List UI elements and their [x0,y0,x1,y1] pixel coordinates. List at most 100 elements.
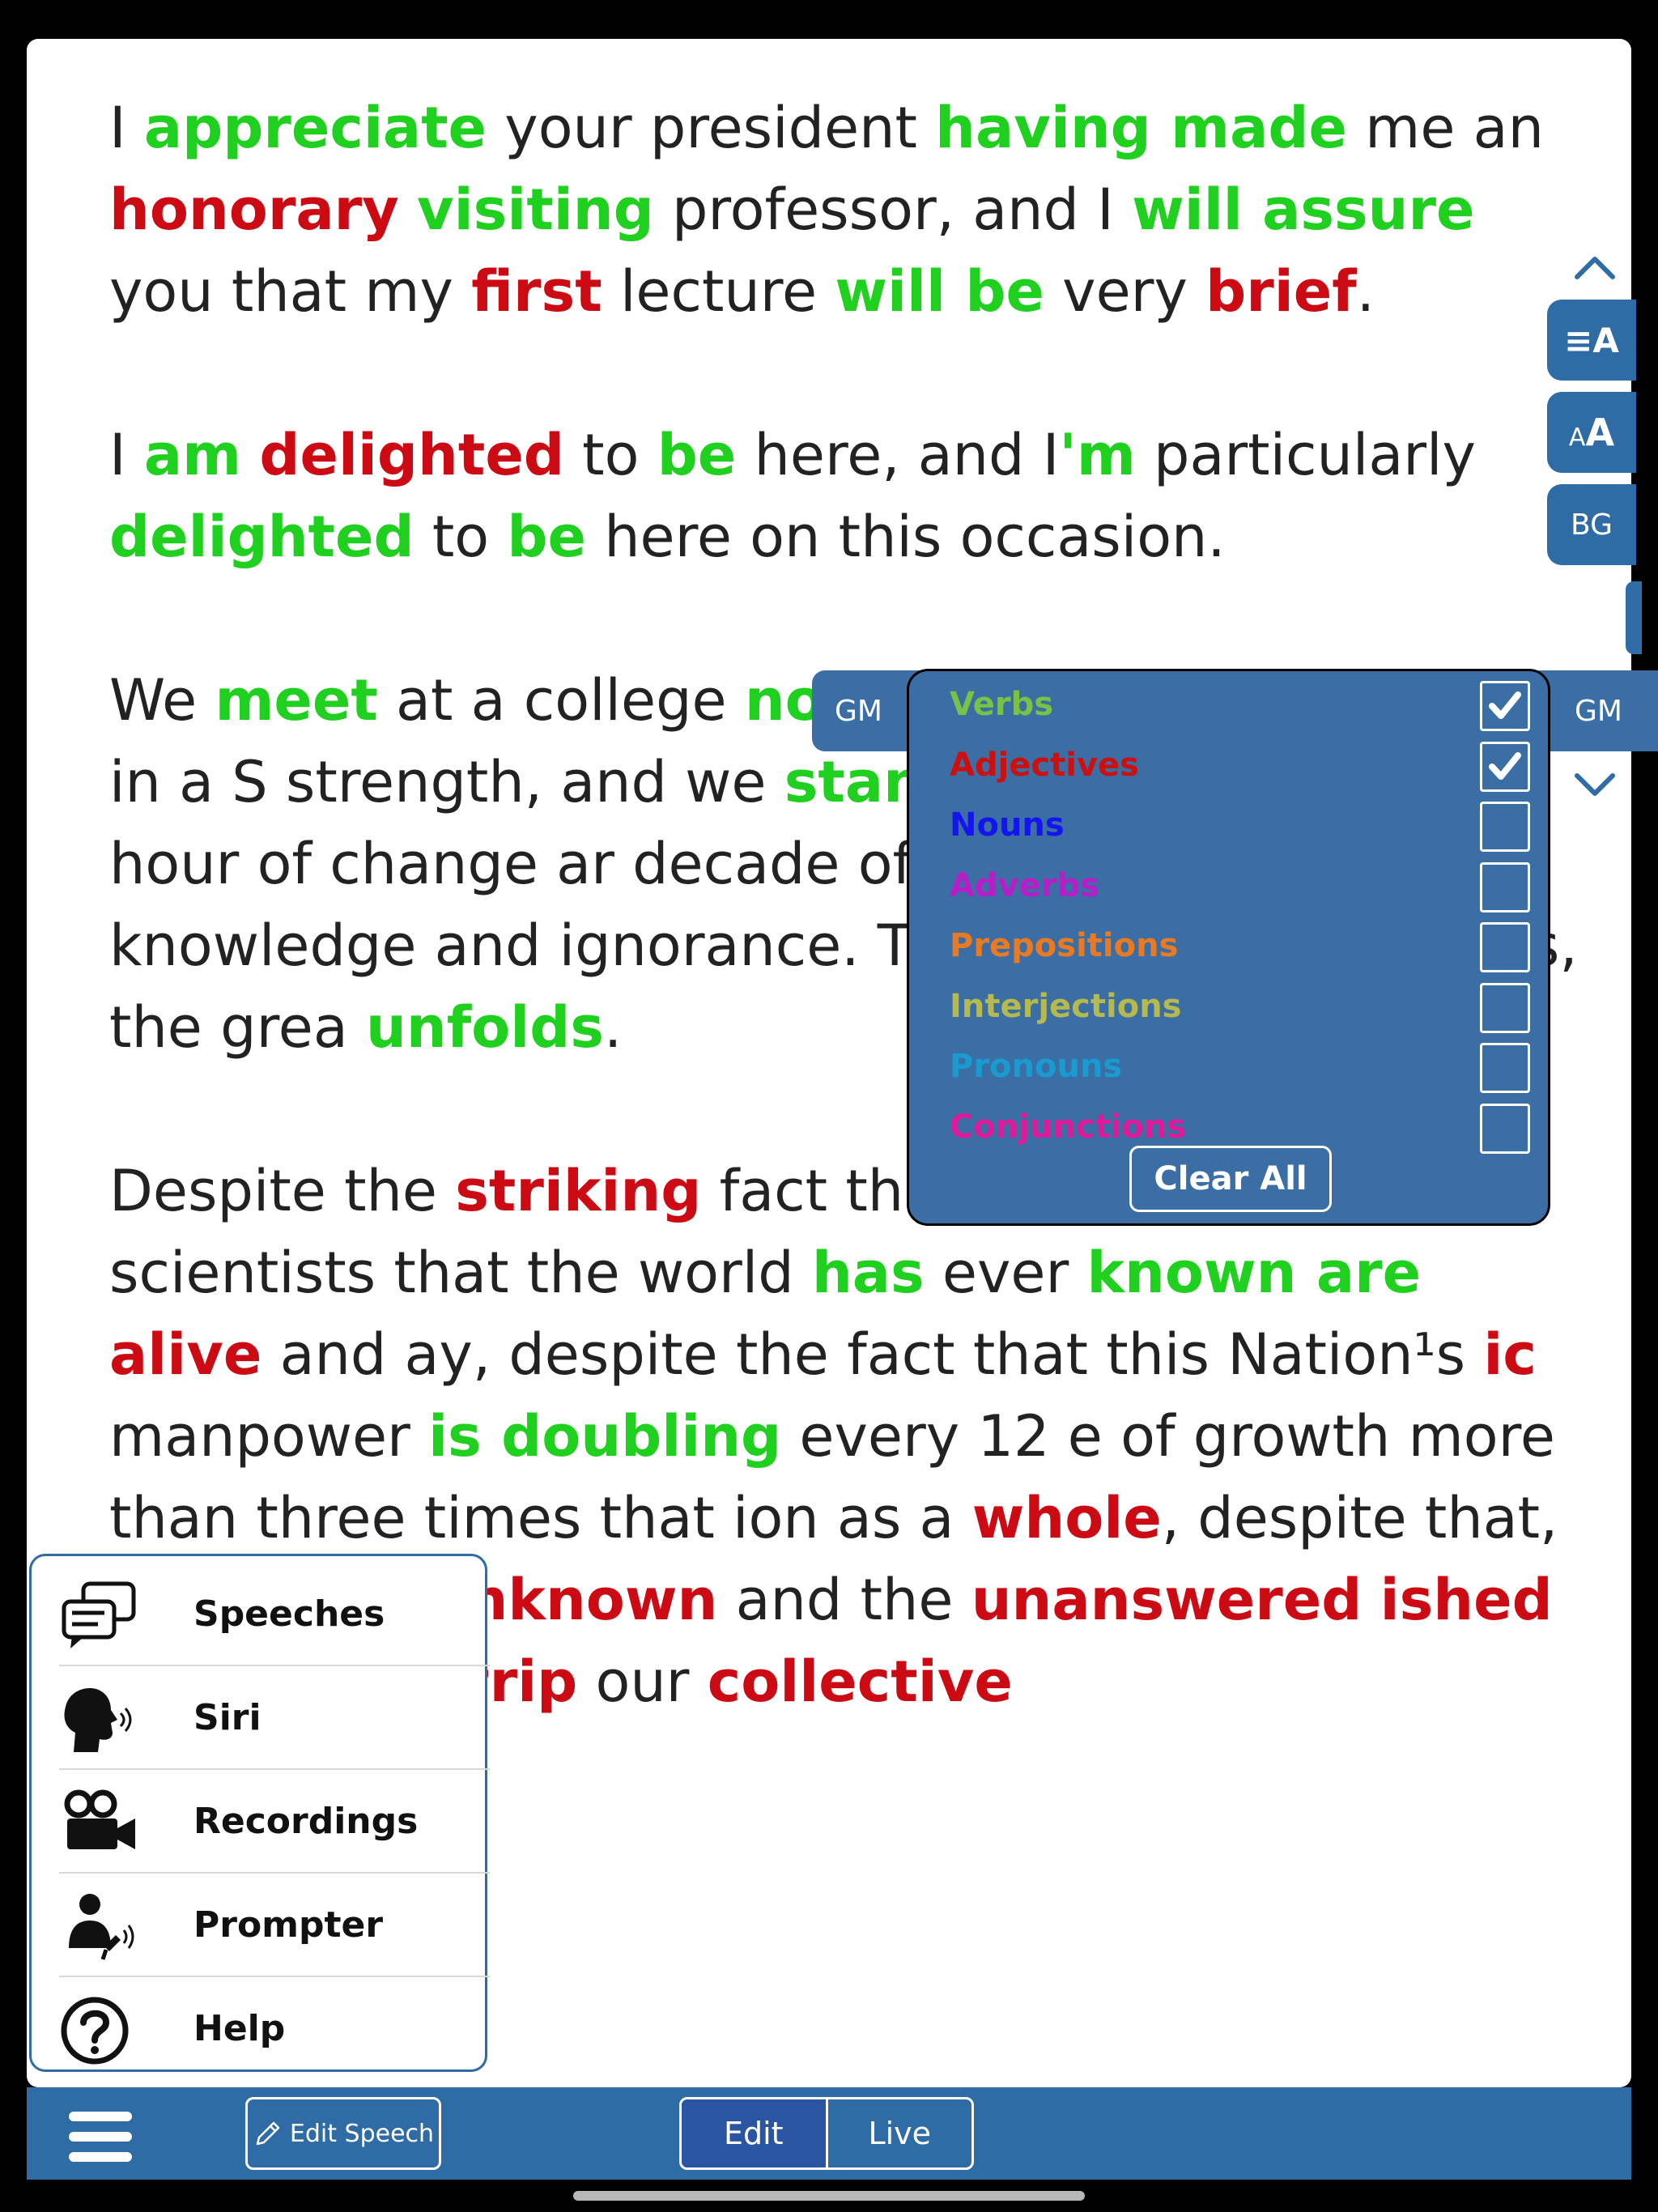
adjective-word: delighted [259,422,564,488]
plain-text [1362,1567,1380,1633]
grammar-checkbox[interactable] [1480,861,1530,912]
rail-handle[interactable] [1626,581,1642,654]
plain-text: you that my [109,258,472,325]
verb-word: meet [215,667,378,734]
grammar-label: Adverbs [950,866,1099,904]
hamburger-menu-icon[interactable] [69,2112,132,2162]
adjective-word: honorary [109,177,399,243]
grammar-label: Nouns [950,806,1065,844]
grammar-checkbox[interactable] [1480,681,1530,731]
plain-text: professor, and I [653,177,1133,243]
edit-speech-label: Edit Speech [289,2119,435,2148]
grammar-tab-right[interactable]: GM [1538,670,1658,751]
plain-text: I [109,422,144,488]
chevron-up-icon[interactable] [1571,251,1619,283]
plain-text: and ay, despite the fact that this Natio… [261,1321,1484,1388]
adjective-word: striking [455,1158,702,1224]
text-format-button[interactable]: ≡A [1547,300,1636,381]
verb-word: visiting [417,177,654,243]
grammar-checkbox[interactable] [1480,922,1530,972]
plain-text: ever [924,1240,1087,1306]
chevron-down-icon[interactable] [1571,769,1619,802]
font-size-icon: AA [1568,410,1615,454]
plain-text: very [1044,258,1206,325]
grammar-label: Pronouns [950,1048,1123,1085]
plain-text [399,177,417,243]
paragraph-1: I appreciate your president having made … [109,87,1583,333]
mode-segmented-control: Edit Live [679,2097,974,2170]
plain-text: here on this occasion. [585,504,1226,570]
verb-word: has [811,1240,925,1306]
background-button[interactable]: BG [1547,484,1636,565]
plain-text: . [604,994,623,1061]
plain-text: and the [717,1567,971,1633]
grammar-row-prepositions[interactable]: Prepositions [950,917,1530,977]
adjective-word: ic [1483,1321,1537,1388]
checkmark-icon [1489,751,1521,780]
mode-edit-segment[interactable]: Edit [682,2099,828,2167]
menu-item-label: Siri [193,1697,261,1738]
verb-word: known are [1086,1240,1422,1306]
menu-item-help[interactable]: Help [59,1977,490,2081]
grammar-checkbox[interactable] [1480,802,1530,852]
menu-item-recordings[interactable]: Recordings [59,1770,490,1874]
adjective-word: whole [971,1485,1162,1551]
presenter-icon [69,1894,134,1960]
verb-word: appreciate [143,95,487,161]
plain-text: particularly [1135,422,1476,488]
menu-item-siri[interactable]: Siri [59,1666,490,1770]
verb-word: is doubling [428,1403,782,1470]
menu-item-speeches[interactable]: Speeches [59,1563,490,1666]
adjective-word: first [471,258,602,325]
question-circle-icon [61,1997,129,2065]
verb-word: will be [835,258,1044,325]
mode-live-segment[interactable]: Live [828,2099,972,2167]
grammar-checkbox[interactable] [1480,1103,1530,1154]
edit-speech-button[interactable]: Edit Speech [245,2097,441,2170]
adjective-word: alive [109,1321,262,1388]
clear-all-button[interactable]: Clear All [1129,1146,1332,1212]
video-camera-icon [64,1789,135,1849]
grammar-label: Interjections [950,987,1182,1025]
verb-word: be [507,504,586,570]
menu-item-label: Prompter [193,1904,384,1946]
grammar-row-nouns[interactable]: Nouns [950,797,1530,857]
grammar-row-adjectives[interactable]: Adjectives [950,737,1530,797]
verb-word: be [657,422,737,488]
plain-text: your president [487,95,936,161]
plain-text [241,422,259,488]
speech-bubbles-icon [62,1581,136,1648]
grammar-checkbox[interactable] [1480,741,1530,792]
grammar-row-pronouns[interactable]: Pronouns [950,1038,1530,1098]
grammar-row-interjections[interactable]: Interjections [950,978,1530,1038]
verb-word: am [143,422,242,488]
grammar-label: Verbs [950,686,1054,723]
verb-word: will assure [1132,177,1475,243]
plain-text: our [577,1648,708,1715]
speaking-head-icon [64,1687,132,1752]
menu-item-prompter[interactable]: Prompter [59,1874,490,1977]
grammar-label: Adjectives [950,746,1139,784]
adjective-word: brief [1205,258,1357,325]
verb-word: having made [935,95,1347,161]
font-size-button[interactable]: AA [1547,392,1636,473]
bottom-toolbar: Edit Speech Edit Live [27,2087,1631,2180]
adjective-word: ished [1380,1567,1553,1633]
pencil-icon [256,2121,280,2146]
plain-text: here, and I [736,422,1060,488]
plain-text: to [414,504,508,570]
home-indicator[interactable] [573,2191,1085,2201]
plain-text: lecture [602,258,835,325]
grammar-row-verbs[interactable]: Verbs [950,676,1530,736]
background-label: BG [1571,508,1613,542]
menu-item-label: Speeches [193,1593,385,1635]
checkmark-icon [1489,691,1521,719]
verb-word: delighted [109,504,414,570]
adjective-word: unanswered [971,1567,1363,1633]
grammar-row-adverbs[interactable]: Adverbs [950,857,1530,917]
grammar-checkbox[interactable] [1480,982,1530,1033]
grammar-popup: Verbs Adjectives Nouns Adverbs Prepositions I… [907,669,1550,1226]
verb-word: 'm [1059,422,1136,488]
plain-text: at a college [377,667,745,734]
grammar-checkbox[interactable] [1480,1043,1530,1093]
